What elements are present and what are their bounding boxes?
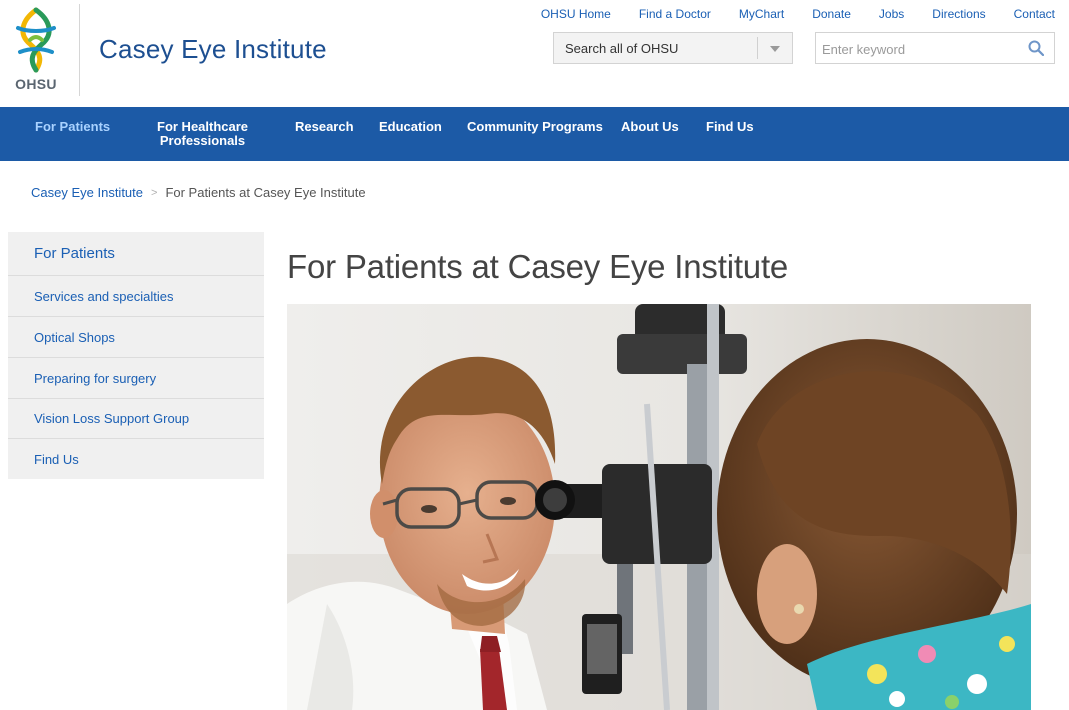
chevron-down-icon (770, 46, 780, 52)
breadcrumb-home-link[interactable]: Casey Eye Institute (31, 185, 143, 200)
nav-item-label: Education (379, 119, 442, 134)
sidebar-item-label: Optical Shops (34, 330, 115, 345)
search-icon[interactable] (1028, 40, 1044, 56)
sidebar-item-services[interactable]: Services and specialties (8, 276, 264, 317)
nav-item-research[interactable]: Research (295, 120, 354, 134)
utility-link-jobs[interactable]: Jobs (879, 7, 904, 21)
nav-item-for-patients[interactable]: For Patients (35, 120, 110, 134)
main-nav: For Patients For Healthcare Professional… (0, 107, 1069, 161)
utility-link-mychart[interactable]: MyChart (739, 7, 784, 21)
breadcrumb: Casey Eye Institute > For Patients at Ca… (31, 185, 366, 200)
site-header: OHSU Casey Eye Institute OHSU Home Find … (0, 0, 1069, 107)
nav-item-label: For Healthcare (157, 119, 249, 134)
logo-divider (79, 4, 80, 96)
nav-item-label: Community Programs (467, 119, 603, 134)
sidebar-item-optical-shops[interactable]: Optical Shops (8, 317, 264, 358)
breadcrumb-current: For Patients at Casey Eye Institute (165, 185, 366, 200)
nav-item-community-programs[interactable]: Community Programs (467, 120, 603, 134)
sidebar-item-label: Find Us (34, 452, 79, 467)
site-title[interactable]: Casey Eye Institute (99, 34, 327, 65)
search-input[interactable] (822, 39, 1022, 59)
page-title: For Patients at Casey Eye Institute (287, 248, 789, 285)
search-scope-value: Search all of OHSU (565, 41, 679, 56)
utility-link-ohsu-home[interactable]: OHSU Home (541, 7, 611, 21)
logo-text: OHSU (15, 76, 57, 92)
sidebar-item-label: Vision Loss Support Group (34, 411, 190, 426)
nav-item-label: Research (295, 119, 354, 134)
utility-nav: OHSU Home Find a Doctor MyChart Donate J… (541, 7, 1055, 21)
nav-item-label: About Us (621, 119, 679, 134)
search-scope-divider (757, 37, 758, 59)
nav-item-education[interactable]: Education (379, 120, 442, 134)
utility-link-contact[interactable]: Contact (1014, 7, 1055, 21)
nav-item-about-us[interactable]: About Us (621, 120, 679, 134)
nav-item-label-line2: Professionals (159, 133, 246, 148)
sidebar-heading-for-patients[interactable]: For Patients (8, 232, 264, 276)
sidebar-item-find-us[interactable]: Find Us (8, 439, 264, 479)
sidebar-item-label: Preparing for surgery (34, 371, 157, 386)
utility-link-donate[interactable]: Donate (812, 7, 851, 21)
nav-item-label: For Patients (35, 119, 111, 134)
sidebar-nav: For Patients Services and specialties Op… (8, 232, 264, 479)
utility-link-find-a-doctor[interactable]: Find a Doctor (639, 7, 711, 21)
ohsu-logo[interactable]: OHSU (8, 6, 64, 94)
hero-image (287, 304, 1031, 710)
sidebar-item-preparing-for-surgery[interactable]: Preparing for surgery (8, 358, 264, 399)
ohsu-logo-mark-icon (16, 7, 56, 73)
nav-item-label: Find Us (706, 119, 754, 134)
utility-link-directions[interactable]: Directions (932, 7, 985, 21)
photo-doctor-eye-exam-icon (287, 304, 1031, 710)
search-box (815, 32, 1055, 64)
nav-item-find-us[interactable]: Find Us (706, 120, 754, 134)
search-scope-select[interactable]: Search all of OHSU (553, 32, 793, 64)
sidebar-item-label: Services and specialties (34, 289, 174, 304)
sidebar-item-vision-loss-support[interactable]: Vision Loss Support Group (8, 399, 264, 439)
nav-item-for-healthcare-professionals[interactable]: For Healthcare Professionals (157, 120, 248, 148)
breadcrumb-separator: > (151, 186, 158, 199)
sidebar-heading-label: For Patients (34, 245, 115, 262)
